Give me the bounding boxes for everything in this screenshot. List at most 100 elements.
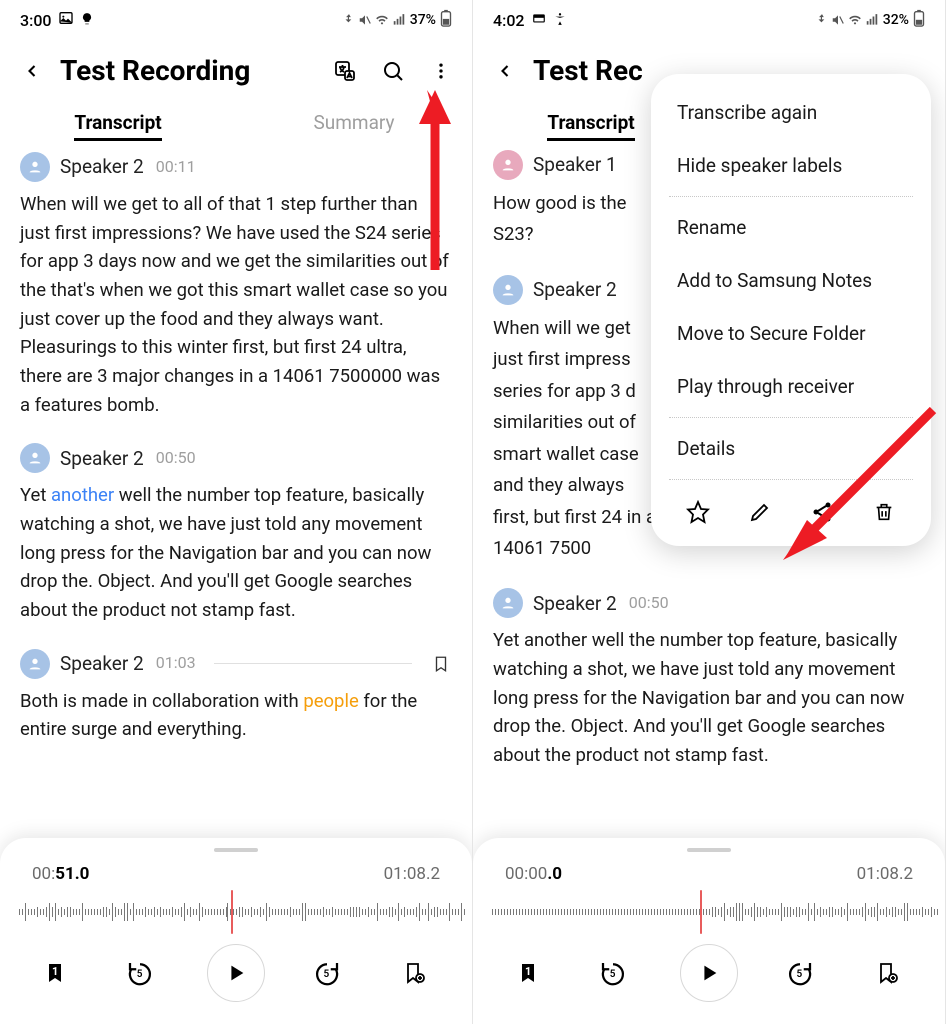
status-left: 4:02 bbox=[493, 11, 567, 30]
image-icon bbox=[58, 10, 74, 30]
speaker-label: Speaker 1 bbox=[533, 150, 617, 179]
status-bar: 4:02 32% bbox=[473, 0, 945, 36]
delete-icon[interactable] bbox=[870, 498, 898, 526]
avatar bbox=[493, 150, 523, 180]
more-menu: Transcribe again Hide speaker labels Ren… bbox=[651, 74, 931, 546]
play-button[interactable] bbox=[207, 944, 265, 1002]
star-icon[interactable] bbox=[684, 498, 712, 526]
highlight-word: another bbox=[51, 484, 114, 506]
add-bookmark-button[interactable] bbox=[867, 953, 907, 993]
avatar bbox=[20, 649, 50, 679]
rewind-5-button[interactable]: 5 bbox=[596, 953, 636, 993]
menu-add-notes[interactable]: Add to Samsung Notes bbox=[651, 254, 931, 307]
time-row: 00:00.0 01:08.2 bbox=[473, 862, 945, 890]
waveform[interactable] bbox=[473, 890, 945, 934]
speaker-row: Speaker 2 00:50 bbox=[20, 443, 452, 473]
status-right: 32% bbox=[815, 9, 925, 31]
translate-button[interactable] bbox=[332, 58, 358, 84]
speaker-row: Speaker 2 00:11 bbox=[20, 152, 452, 182]
bookmark-button[interactable]: 1 bbox=[511, 953, 551, 993]
segment-timestamp: 00:50 bbox=[629, 591, 669, 616]
rewind-5-button[interactable]: 5 bbox=[123, 953, 163, 993]
speaker-label: Speaker 2 bbox=[60, 649, 144, 678]
menu-divider bbox=[669, 479, 913, 480]
avatar bbox=[20, 443, 50, 473]
transcript-content[interactable]: Speaker 2 00:11 When will we get to all … bbox=[0, 148, 472, 768]
segment-text: How good is the S23? bbox=[493, 188, 663, 251]
status-right: 37% bbox=[342, 9, 452, 31]
player-controls: 1 5 5 bbox=[473, 934, 945, 1024]
speaker-label: Speaker 2 bbox=[533, 275, 617, 304]
grab-handle[interactable] bbox=[687, 848, 731, 852]
edit-icon[interactable] bbox=[746, 498, 774, 526]
current-time: 00:51.0 bbox=[32, 864, 89, 884]
transcript-segment: Speaker 2 00:50 Yet another well the num… bbox=[20, 443, 452, 624]
segment-timestamp: 00:50 bbox=[156, 446, 196, 471]
speaker-label: Speaker 2 bbox=[60, 152, 144, 181]
right-screenshot: 4:02 32% Test Rec Transcript Summary bbox=[473, 0, 946, 1024]
speaker-label: Speaker 2 bbox=[60, 444, 144, 473]
speaker-row: Speaker 2 01:03 bbox=[20, 649, 452, 679]
waveform[interactable] bbox=[0, 890, 472, 934]
segment-text: Yet another well the number top feature,… bbox=[20, 481, 452, 624]
segment-text: When will we get just first impress seri… bbox=[493, 313, 663, 565]
highlight-word: people bbox=[303, 690, 358, 712]
status-bar: 3:00 37% bbox=[0, 0, 472, 36]
avatar bbox=[493, 588, 523, 618]
bookmark-icon[interactable] bbox=[430, 653, 452, 675]
more-button[interactable] bbox=[428, 58, 454, 84]
play-button[interactable] bbox=[680, 944, 738, 1002]
current-time: 00:00.0 bbox=[505, 864, 562, 884]
status-icons bbox=[342, 13, 406, 27]
menu-secure-folder[interactable]: Move to Secure Folder bbox=[651, 307, 931, 360]
back-button[interactable] bbox=[491, 57, 519, 85]
playhead-icon[interactable] bbox=[231, 890, 233, 934]
bookmark-badge: 1 bbox=[525, 965, 531, 978]
menu-hide-speaker-labels[interactable]: Hide speaker labels bbox=[651, 139, 931, 192]
back-button[interactable] bbox=[18, 57, 46, 85]
total-time: 01:08.2 bbox=[857, 864, 913, 884]
player-panel: 00:00.0 01:08.2 1 5 5 bbox=[473, 838, 945, 1024]
player-panel: 00:51.0 01:08.2 1 5 5 bbox=[0, 838, 472, 1024]
segment-text: Yet another well the number top feature,… bbox=[493, 626, 925, 769]
share-icon[interactable] bbox=[808, 498, 836, 526]
add-bookmark-button[interactable] bbox=[394, 953, 434, 993]
segment-text: When will we get to all of that 1 step f… bbox=[20, 190, 452, 419]
page-title: Test Recording bbox=[60, 54, 318, 87]
segment-timestamp: 01:03 bbox=[156, 651, 196, 676]
hint-icon bbox=[80, 11, 94, 30]
forward-5-button[interactable]: 5 bbox=[782, 953, 822, 993]
battery-percent: 37% bbox=[410, 12, 436, 28]
status-icons bbox=[815, 13, 879, 27]
playhead-icon[interactable] bbox=[700, 890, 702, 934]
search-button[interactable] bbox=[380, 58, 406, 84]
menu-transcribe-again[interactable]: Transcribe again bbox=[651, 86, 931, 139]
speaker-label: Speaker 2 bbox=[533, 589, 617, 618]
card-icon bbox=[531, 11, 547, 30]
status-left: 3:00 bbox=[20, 10, 94, 30]
battery-icon bbox=[440, 9, 452, 31]
tab-transcript[interactable]: Transcript bbox=[0, 105, 236, 140]
forward-5-button[interactable]: 5 bbox=[309, 953, 349, 993]
status-time: 4:02 bbox=[493, 11, 525, 30]
segment-text: Both is made in collaboration with peopl… bbox=[20, 687, 452, 744]
tab-summary[interactable]: Summary bbox=[236, 105, 472, 140]
bookmark-button[interactable]: 1 bbox=[38, 953, 78, 993]
avatar bbox=[20, 152, 50, 182]
time-row: 00:51.0 01:08.2 bbox=[0, 862, 472, 890]
player-controls: 1 5 5 bbox=[0, 934, 472, 1024]
menu-play-receiver[interactable]: Play through receiver bbox=[651, 360, 931, 413]
menu-icon-row bbox=[651, 484, 931, 530]
timeline-bar bbox=[214, 663, 412, 664]
grab-handle[interactable] bbox=[214, 848, 258, 852]
transcript-segment: Speaker 2 00:11 When will we get to all … bbox=[20, 152, 452, 419]
menu-divider bbox=[669, 417, 913, 418]
menu-divider bbox=[669, 196, 913, 197]
menu-details[interactable]: Details bbox=[651, 422, 931, 475]
transcript-segment: Speaker 2 00:50 Yet another well the num… bbox=[493, 588, 925, 769]
status-time: 3:00 bbox=[20, 11, 52, 30]
menu-rename[interactable]: Rename bbox=[651, 201, 931, 254]
total-time: 01:08.2 bbox=[384, 864, 440, 884]
header-actions bbox=[332, 58, 454, 84]
left-screenshot: 3:00 37% Test Recording bbox=[0, 0, 473, 1024]
